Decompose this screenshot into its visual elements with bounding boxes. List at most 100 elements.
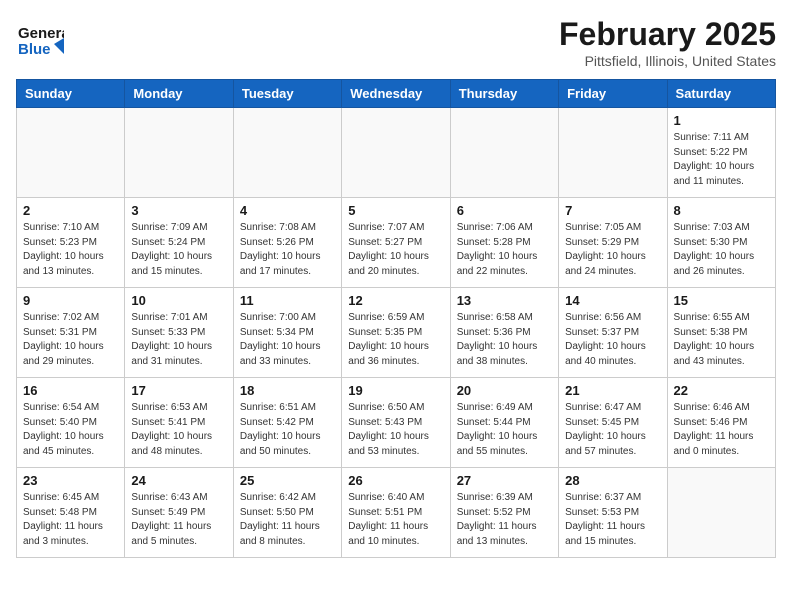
calendar-week-row: 23 Sunrise: 6:45 AMSunset: 5:48 PMDayligh… — [17, 468, 776, 558]
day-number: 19 — [348, 383, 443, 398]
page-title: February 2025 — [559, 16, 776, 53]
day-info: Sunrise: 6:54 AMSunset: 5:40 PMDaylight:… — [23, 401, 118, 459]
day-info: Sunrise: 6:51 AMSunset: 5:42 PMDaylight:… — [240, 401, 335, 459]
calendar-cell: 23 Sunrise: 6:45 AMSunset: 5:48 PMDayligh… — [17, 468, 125, 558]
calendar-cell: 9 Sunrise: 7:02 AMSunset: 5:31 PMDaylight… — [17, 288, 125, 378]
calendar-cell: 27Sunrise: 6:39 AMSunset: 5:52 PMDayligh… — [450, 468, 558, 558]
day-info: Sunrise: 6:47 AMSunset: 5:45 PMDaylight:… — [565, 401, 660, 459]
calendar-cell: 5 Sunrise: 7:07 AMSunset: 5:27 PMDaylight… — [342, 198, 450, 288]
day-number: 7 — [565, 203, 660, 218]
day-number: 21 — [565, 383, 660, 398]
calendar-cell: 12 Sunrise: 6:59 AMSunset: 5:35 PMDayligh… — [342, 288, 450, 378]
day-info: Sunrise: 6:40 AMSunset: 5:51 PMDaylight:… — [348, 491, 443, 549]
calendar-cell: 14Sunrise: 6:56 AMSunset: 5:37 PMDayligh… — [559, 288, 667, 378]
day-number: 2 — [23, 203, 118, 218]
day-info: Sunrise: 7:01 AMSunset: 5:33 PMDaylight:… — [131, 311, 226, 369]
day-number: 9 — [23, 293, 118, 308]
day-number: 26 — [348, 473, 443, 488]
calendar-cell: 3 Sunrise: 7:09 AMSunset: 5:24 PMDaylight… — [125, 198, 233, 288]
day-info: Sunrise: 6:49 AMSunset: 5:44 PMDaylight:… — [457, 401, 552, 459]
day-number: 22 — [674, 383, 769, 398]
day-info: Sunrise: 7:02 AMSunset: 5:31 PMDaylight:… — [23, 311, 118, 369]
calendar-cell: 8 Sunrise: 7:03 AMSunset: 5:30 PMDaylight… — [667, 198, 775, 288]
calendar-cell: 21 Sunrise: 6:47 AMSunset: 5:45 PMDayligh… — [559, 378, 667, 468]
page-subtitle: Pittsfield, Illinois, United States — [559, 53, 776, 69]
day-number: 4 — [240, 203, 335, 218]
day-info: Sunrise: 6:37 AMSunset: 5:53 PMDaylight:… — [565, 491, 660, 549]
calendar-week-row: 1 Sunrise: 7:11 AMSunset: 5:22 PMDaylight… — [17, 108, 776, 198]
calendar-cell: 18 Sunrise: 6:51 AMSunset: 5:42 PMDayligh… — [233, 378, 341, 468]
day-number: 8 — [674, 203, 769, 218]
day-info: Sunrise: 6:43 AMSunset: 5:49 PMDaylight:… — [131, 491, 226, 549]
day-number: 28 — [565, 473, 660, 488]
svg-text:General: General — [18, 25, 64, 42]
day-number: 25 — [240, 473, 335, 488]
day-info: Sunrise: 7:08 AMSunset: 5:26 PMDaylight:… — [240, 221, 335, 279]
day-number: 6 — [457, 203, 552, 218]
calendar-cell: 26 Sunrise: 6:40 AMSunset: 5:51 PMDayligh… — [342, 468, 450, 558]
day-info: Sunrise: 6:59 AMSunset: 5:35 PMDaylight:… — [348, 311, 443, 369]
day-number: 1 — [674, 113, 769, 128]
calendar-week-row: 16 Sunrise: 6:54 AMSunset: 5:40 PMDayligh… — [17, 378, 776, 468]
day-info: Sunrise: 6:55 AMSunset: 5:38 PMDaylight:… — [674, 311, 769, 369]
calendar-cell: 2 Sunrise: 7:10 AMSunset: 5:23 PMDaylight… — [17, 198, 125, 288]
page-header: General Blue February 2025 Pittsfield, I… — [16, 16, 776, 69]
calendar-cell — [342, 108, 450, 198]
calendar-cell: 19 Sunrise: 6:50 AMSunset: 5:43 PMDayligh… — [342, 378, 450, 468]
calendar-cell: 20 Sunrise: 6:49 AMSunset: 5:44 PMDayligh… — [450, 378, 558, 468]
day-number: 18 — [240, 383, 335, 398]
calendar-cell: 10Sunrise: 7:01 AMSunset: 5:33 PMDayligh… — [125, 288, 233, 378]
calendar-cell: 28 Sunrise: 6:37 AMSunset: 5:53 PMDayligh… — [559, 468, 667, 558]
day-info: Sunrise: 7:07 AMSunset: 5:27 PMDaylight:… — [348, 221, 443, 279]
calendar-cell: 16 Sunrise: 6:54 AMSunset: 5:40 PMDayligh… — [17, 378, 125, 468]
calendar-cell — [17, 108, 125, 198]
day-of-week-header: Saturday — [667, 80, 775, 108]
calendar-week-row: 2 Sunrise: 7:10 AMSunset: 5:23 PMDaylight… — [17, 198, 776, 288]
day-info: Sunrise: 6:42 AMSunset: 5:50 PMDaylight:… — [240, 491, 335, 549]
calendar-cell: 11Sunrise: 7:00 AMSunset: 5:34 PMDayligh… — [233, 288, 341, 378]
calendar-cell: 24 Sunrise: 6:43 AMSunset: 5:49 PMDayligh… — [125, 468, 233, 558]
day-of-week-header: Friday — [559, 80, 667, 108]
day-number: 20 — [457, 383, 552, 398]
day-info: Sunrise: 7:06 AMSunset: 5:28 PMDaylight:… — [457, 221, 552, 279]
day-number: 5 — [348, 203, 443, 218]
calendar-cell — [450, 108, 558, 198]
day-number: 23 — [23, 473, 118, 488]
calendar-cell — [559, 108, 667, 198]
day-info: Sunrise: 7:09 AMSunset: 5:24 PMDaylight:… — [131, 221, 226, 279]
calendar-header: SundayMondayTuesdayWednesdayThursdayFrid… — [17, 80, 776, 108]
calendar-cell — [667, 468, 775, 558]
day-info: Sunrise: 6:45 AMSunset: 5:48 PMDaylight:… — [23, 491, 118, 549]
day-number: 3 — [131, 203, 226, 218]
svg-text:Blue: Blue — [18, 41, 51, 58]
day-info: Sunrise: 7:03 AMSunset: 5:30 PMDaylight:… — [674, 221, 769, 279]
calendar-cell: 4 Sunrise: 7:08 AMSunset: 5:26 PMDaylight… — [233, 198, 341, 288]
day-of-week-header: Tuesday — [233, 80, 341, 108]
day-of-week-header: Thursday — [450, 80, 558, 108]
calendar-table: SundayMondayTuesdayWednesdayThursdayFrid… — [16, 79, 776, 558]
day-number: 13 — [457, 293, 552, 308]
day-info: Sunrise: 6:56 AMSunset: 5:37 PMDaylight:… — [565, 311, 660, 369]
day-info: Sunrise: 7:00 AMSunset: 5:34 PMDaylight:… — [240, 311, 335, 369]
day-info: Sunrise: 7:11 AMSunset: 5:22 PMDaylight:… — [674, 131, 769, 189]
day-number: 12 — [348, 293, 443, 308]
calendar-cell: 17Sunrise: 6:53 AMSunset: 5:41 PMDayligh… — [125, 378, 233, 468]
day-of-week-header: Monday — [125, 80, 233, 108]
day-number: 16 — [23, 383, 118, 398]
day-of-week-header: Wednesday — [342, 80, 450, 108]
day-info: Sunrise: 6:58 AMSunset: 5:36 PMDaylight:… — [457, 311, 552, 369]
logo: General Blue — [16, 16, 64, 64]
calendar-cell: 15Sunrise: 6:55 AMSunset: 5:38 PMDayligh… — [667, 288, 775, 378]
calendar-cell: 25 Sunrise: 6:42 AMSunset: 5:50 PMDayligh… — [233, 468, 341, 558]
calendar-week-row: 9 Sunrise: 7:02 AMSunset: 5:31 PMDaylight… — [17, 288, 776, 378]
calendar-cell: 7 Sunrise: 7:05 AMSunset: 5:29 PMDaylight… — [559, 198, 667, 288]
day-info: Sunrise: 6:53 AMSunset: 5:41 PMDaylight:… — [131, 401, 226, 459]
calendar-cell: 13 Sunrise: 6:58 AMSunset: 5:36 PMDayligh… — [450, 288, 558, 378]
day-info: Sunrise: 7:05 AMSunset: 5:29 PMDaylight:… — [565, 221, 660, 279]
day-info: Sunrise: 6:50 AMSunset: 5:43 PMDaylight:… — [348, 401, 443, 459]
day-number: 24 — [131, 473, 226, 488]
day-info: Sunrise: 7:10 AMSunset: 5:23 PMDaylight:… — [23, 221, 118, 279]
day-of-week-header: Sunday — [17, 80, 125, 108]
day-number: 27 — [457, 473, 552, 488]
calendar-body: 1 Sunrise: 7:11 AMSunset: 5:22 PMDaylight… — [17, 108, 776, 558]
